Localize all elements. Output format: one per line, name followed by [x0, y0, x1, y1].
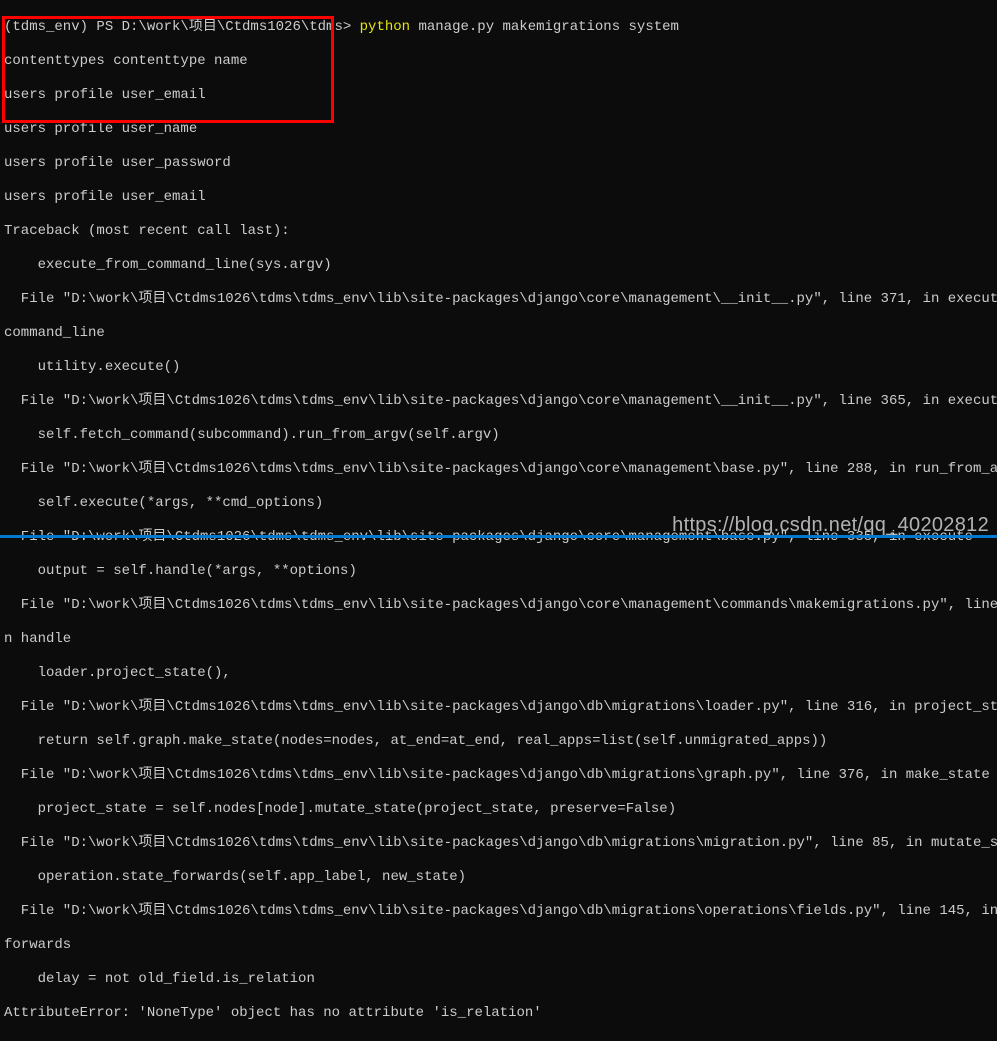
traceback-line: utility.execute() — [4, 359, 993, 376]
cmd-python: python — [360, 19, 410, 35]
traceback-line: forwards — [4, 937, 993, 954]
highlighted-line: Traceback (most recent call last): — [4, 223, 993, 240]
highlighted-line: users profile user_email — [4, 189, 993, 206]
traceback-line: execute_from_command_line(sys.argv) — [4, 257, 993, 274]
traceback-line: File "D:\work\项目\Ctdms1026\tdms\tdms_env… — [4, 597, 993, 614]
traceback-line: n handle — [4, 631, 993, 648]
traceback-line: File "D:\work\项目\Ctdms1026\tdms\tdms_env… — [4, 835, 993, 852]
traceback-line: project_state = self.nodes[node].mutate_… — [4, 801, 993, 818]
traceback-line: self.execute(*args, **cmd_options) — [4, 495, 993, 512]
traceback-line: File "D:\work\项目\Ctdms1026\tdms\tdms_env… — [4, 699, 993, 716]
prompt-line: (tdms_env) PS D:\work\项目\Ctdms1026\tdms>… — [4, 19, 993, 36]
traceback-line: AttributeError: 'NoneType' object has no… — [4, 1005, 993, 1022]
cmd-args: manage.py makemigrations system — [410, 19, 679, 35]
traceback-line: File "D:\work\项目\Ctdms1026\tdms\tdms_env… — [4, 291, 993, 308]
traceback-line: command_line — [4, 325, 993, 342]
traceback-line: operation.state_forwards(self.app_label,… — [4, 869, 993, 886]
shell-prompt: (tdms_env) PS D:\work\项目\Ctdms1026\tdms> — [4, 19, 360, 35]
traceback-line: self.fetch_command(subcommand).run_from_… — [4, 427, 993, 444]
traceback-line: output = self.handle(*args, **options) — [4, 563, 993, 580]
traceback-line: return self.graph.make_state(nodes=nodes… — [4, 733, 993, 750]
highlighted-line: users profile user_password — [4, 155, 993, 172]
highlighted-line: users profile user_email — [4, 87, 993, 104]
highlighted-line: users profile user_name — [4, 121, 993, 138]
highlighted-line: contenttypes contenttype name — [4, 53, 993, 70]
traceback-line: loader.project_state(), — [4, 665, 993, 682]
traceback-line: File "D:\work\项目\Ctdms1026\tdms\tdms_env… — [4, 393, 993, 410]
traceback-line: File "D:\work\项目\Ctdms1026\tdms\tdms_env… — [4, 767, 993, 784]
watermark: https://blog.csdn.net/qq_40202812 — [672, 517, 989, 534]
traceback-line: File "D:\work\项目\Ctdms1026\tdms\tdms_env… — [4, 461, 993, 478]
traceback-line: File "D:\work\项目\Ctdms1026\tdms\tdms_env… — [4, 903, 993, 920]
traceback-line: delay = not old_field.is_relation — [4, 971, 993, 988]
